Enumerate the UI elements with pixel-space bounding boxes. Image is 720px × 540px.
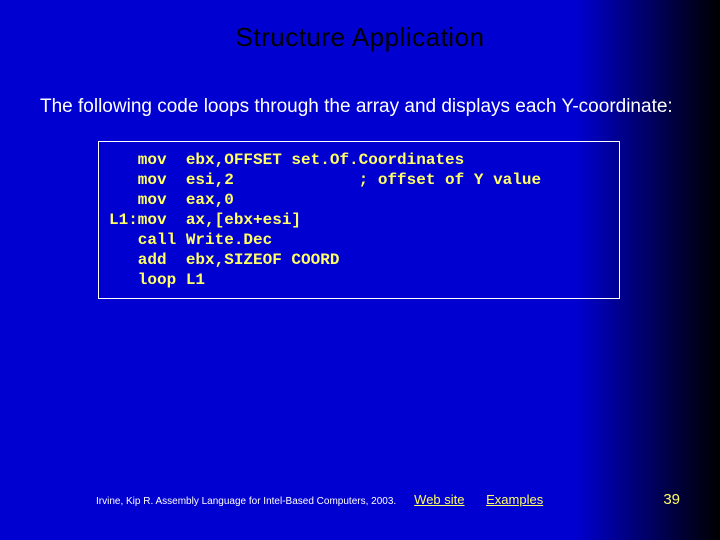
web-site-link[interactable]: Web site <box>414 492 464 507</box>
slide-intro-text: The following code loops through the arr… <box>0 53 720 119</box>
slide-footer: Irvine, Kip R. Assembly Language for Int… <box>0 491 720 508</box>
footer-links: Web site Examples <box>414 492 561 507</box>
slide-title: Structure Application <box>0 0 720 53</box>
page-number: 39 <box>663 491 680 508</box>
footer-credit: Irvine, Kip R. Assembly Language for Int… <box>96 496 396 507</box>
code-listing: mov ebx,OFFSET set.Of.Coordinates mov es… <box>98 141 620 299</box>
examples-link[interactable]: Examples <box>486 492 543 507</box>
